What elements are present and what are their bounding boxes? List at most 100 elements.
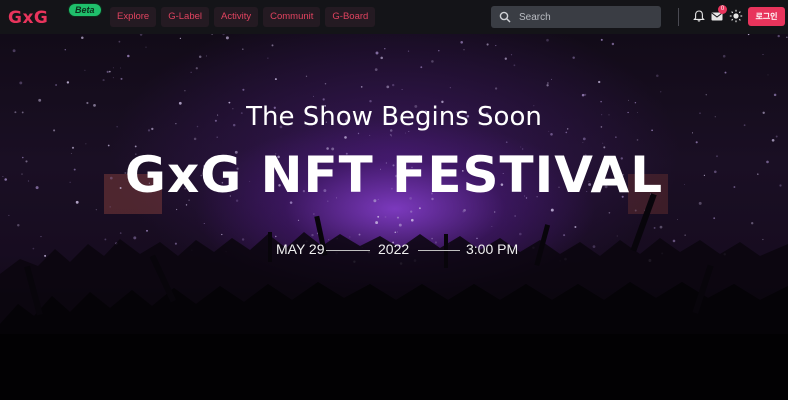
- confetti-dot: [405, 132, 406, 134]
- confetti-dot: [504, 57, 507, 60]
- confetti-dot: [271, 44, 274, 47]
- nav-g-board[interactable]: G-Board: [325, 7, 376, 27]
- confetti-dot: [494, 87, 498, 90]
- confetti-dot: [634, 209, 637, 212]
- confetti-dot: [550, 133, 553, 136]
- confetti-dot: [786, 36, 788, 38]
- confetti-dot: [19, 81, 23, 85]
- confetti-dot: [146, 229, 148, 232]
- confetti-dot: [598, 80, 601, 84]
- confetti-dot: [384, 48, 386, 50]
- confetti-dot: [518, 232, 522, 236]
- confetti-dot: [313, 95, 314, 97]
- confetti-dot: [659, 225, 663, 229]
- confetti-dot: [349, 236, 351, 238]
- confetti-dot: [64, 48, 67, 51]
- top-navigation-bar: GxG Beta Explore G-Label Activity Commun…: [0, 0, 788, 34]
- confetti-dot: [145, 46, 147, 48]
- confetti-dot: [600, 38, 603, 41]
- confetti-dot: [505, 141, 508, 144]
- hero-subtitle: The Show Begins Soon: [246, 102, 542, 132]
- confetti-dot: [659, 91, 662, 93]
- confetti-dot: [767, 74, 769, 76]
- confetti-dot: [463, 49, 465, 51]
- nav-explore[interactable]: Explore: [110, 7, 157, 27]
- confetti-dot: [550, 208, 554, 212]
- confetti-dot: [771, 138, 775, 142]
- nav-community[interactable]: Communit: [263, 7, 321, 27]
- confetti-dot: [684, 234, 686, 236]
- confetti-dot: [85, 143, 87, 145]
- confetti-dot: [106, 70, 109, 73]
- confetti-dot: [615, 136, 617, 138]
- confetti-dot: [360, 86, 363, 88]
- search-input[interactable]: [519, 11, 659, 23]
- confetti-dot: [513, 64, 516, 67]
- login-button[interactable]: 로그인: [748, 7, 785, 26]
- confetti-dot: [344, 136, 347, 139]
- confetti-dot: [410, 210, 413, 213]
- confetti-dot: [396, 231, 398, 233]
- confetti-dot: [773, 93, 777, 97]
- confetti-dot: [242, 88, 245, 91]
- nav-activity[interactable]: Activity: [214, 7, 259, 27]
- confetti-dot: [241, 48, 244, 51]
- confetti-dot: [195, 67, 198, 70]
- confetti-dot: [311, 233, 314, 237]
- confetti-dot: [193, 137, 197, 141]
- confetti-dot: [225, 36, 229, 40]
- sun-icon[interactable]: [729, 9, 743, 23]
- bottom-shade: [0, 334, 788, 400]
- confetti-dot: [582, 137, 586, 141]
- bell-icon[interactable]: [692, 9, 706, 23]
- confetti-dot: [102, 79, 105, 82]
- event-day: MAY 29: [276, 241, 325, 257]
- confetti-dot: [55, 84, 58, 86]
- confetti-dot: [514, 215, 516, 217]
- confetti-dot: [108, 70, 111, 73]
- confetti-dot: [275, 235, 277, 238]
- confetti-dot: [401, 88, 403, 91]
- confetti-dot: [563, 234, 566, 237]
- confetti-dot: [324, 83, 327, 85]
- confetti-dot: [374, 68, 378, 71]
- nav-g-label[interactable]: G-Label: [161, 7, 210, 27]
- confetti-dot: [81, 36, 84, 39]
- confetti-dot: [438, 49, 440, 52]
- confetti-dot: [608, 211, 611, 214]
- confetti-dot: [722, 54, 726, 58]
- confetti-dot: [396, 216, 400, 219]
- confetti-dot: [17, 223, 20, 227]
- confetti-dot: [198, 55, 202, 59]
- confetti-dot: [313, 213, 315, 215]
- confetti-dot: [394, 231, 397, 234]
- confetti-dot: [380, 56, 383, 60]
- confetti-dot: [546, 38, 549, 42]
- confetti-dot: [297, 219, 300, 222]
- confetti-dot: [486, 43, 489, 46]
- confetti-dot: [547, 82, 549, 84]
- confetti-dot: [369, 134, 371, 136]
- confetti-dot: [616, 235, 618, 237]
- confetti-dot: [611, 42, 615, 46]
- confetti-dot: [602, 142, 604, 144]
- confetti-dot: [777, 34, 780, 38]
- confetti-dot: [494, 211, 496, 213]
- confetti-dot: [551, 78, 552, 80]
- confetti-dot: [358, 233, 361, 236]
- mail-count-badge: 0: [718, 5, 727, 14]
- confetti-dot: [491, 226, 493, 228]
- confetti-dot: [775, 135, 778, 138]
- confetti-dot: [747, 34, 750, 36]
- confetti-dot: [510, 54, 513, 56]
- confetti-dot: [762, 54, 764, 56]
- confetti-dot: [66, 81, 70, 84]
- confetti-dot: [120, 67, 122, 69]
- confetti-dot: [84, 69, 86, 71]
- confetti-dot: [420, 66, 423, 69]
- event-year: 2022: [378, 241, 410, 257]
- confetti-dot: [190, 71, 192, 73]
- confetti-dot: [581, 93, 585, 97]
- search-bar[interactable]: [491, 6, 661, 28]
- gxg-logo[interactable]: GxG Beta: [8, 3, 102, 28]
